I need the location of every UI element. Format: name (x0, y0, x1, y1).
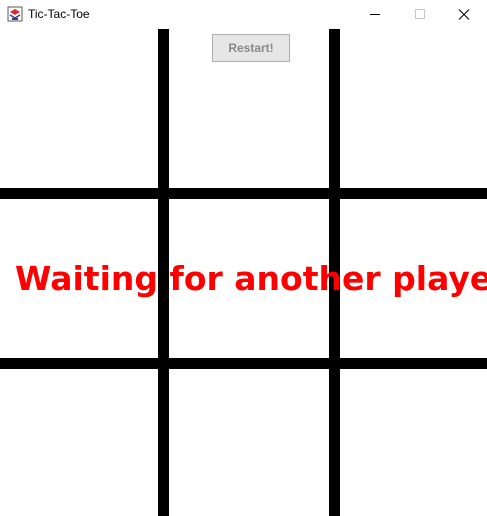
java-cup-icon (7, 6, 23, 22)
app-window: Tic-Tac-Toe Restart! Waiting for another… (0, 0, 487, 516)
grid-line-horizontal-top (0, 188, 487, 199)
title-bar[interactable]: Tic-Tac-Toe (0, 0, 487, 29)
minimize-button[interactable] (352, 0, 398, 29)
close-icon (458, 9, 470, 20)
window-title: Tic-Tac-Toe (28, 7, 90, 21)
grid-line-horizontal-bottom (0, 358, 487, 369)
maximize-button[interactable] (397, 0, 443, 29)
maximize-icon (415, 9, 425, 19)
minimize-icon (370, 14, 380, 15)
close-button[interactable] (441, 0, 487, 29)
status-message: Waiting for another player (15, 259, 487, 298)
restart-button[interactable]: Restart! (212, 34, 290, 62)
